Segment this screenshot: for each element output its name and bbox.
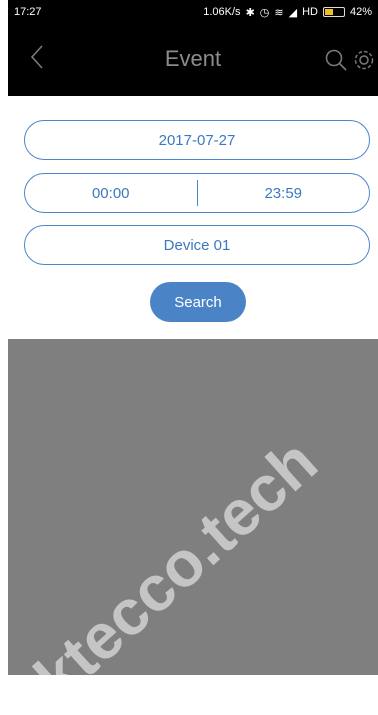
wifi-icon: ≋ xyxy=(274,6,284,19)
gear-icon[interactable] xyxy=(352,48,376,77)
signal-icon: ◢ xyxy=(288,6,298,19)
device-selector[interactable]: Device 01 xyxy=(24,225,370,265)
start-time-field[interactable]: 00:00 xyxy=(25,185,197,202)
time-range: 00:00 23:59 xyxy=(24,173,370,213)
network-type: HD xyxy=(302,6,318,18)
header-bar: Event xyxy=(8,24,378,96)
status-indicators: 1.06K/s ✱ ◷ ≋ ◢ HD 42% xyxy=(203,6,372,19)
battery-icon xyxy=(322,7,345,17)
date-picker[interactable]: 2017-07-27 xyxy=(24,120,370,160)
results-area xyxy=(8,339,378,675)
alarm-icon: ◷ xyxy=(259,6,270,19)
event-filter-form: 2017-07-27 00:00 23:59 Device 01 Search xyxy=(8,96,378,339)
search-button[interactable]: Search xyxy=(150,282,246,322)
status-bar: 17:27 1.06K/s ✱ ◷ ≋ ◢ HD 42% xyxy=(8,0,378,24)
status-time: 17:27 xyxy=(14,6,42,18)
network-speed: 1.06K/s xyxy=(203,6,241,18)
bluetooth-icon: ✱ xyxy=(245,6,255,19)
battery-level: 42% xyxy=(349,6,372,18)
page-title: Event xyxy=(164,46,222,71)
end-time-field[interactable]: 23:59 xyxy=(198,185,370,202)
search-icon[interactable] xyxy=(324,48,348,77)
